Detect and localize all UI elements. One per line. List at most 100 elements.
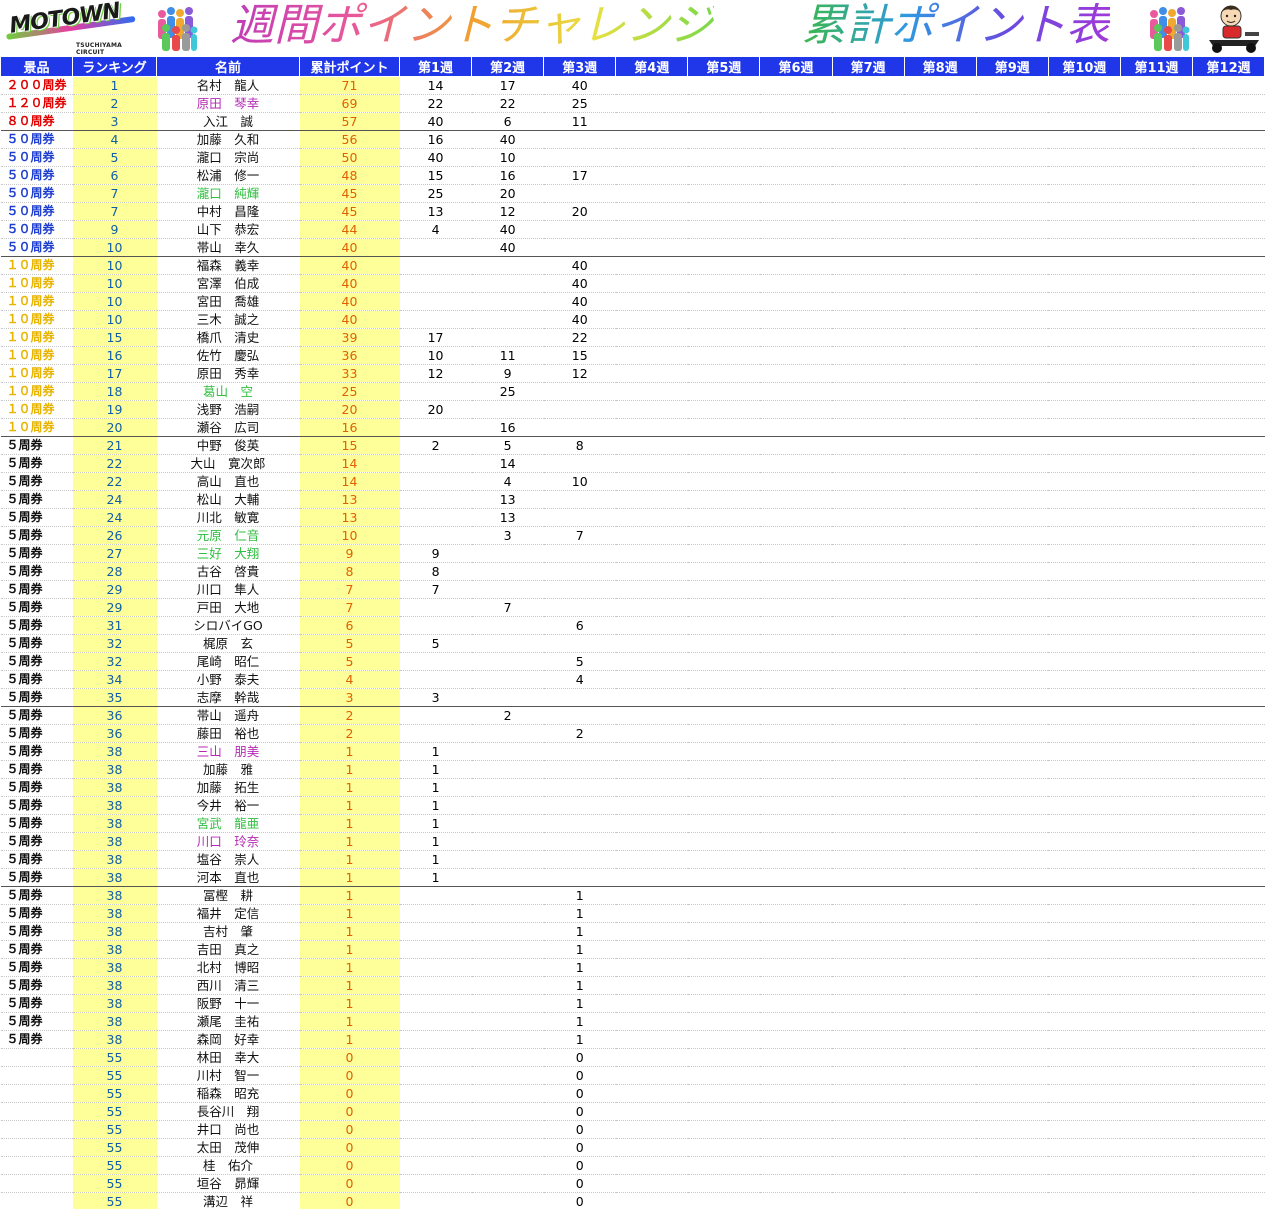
cell-week-4	[615, 1084, 688, 1103]
cell-total: 56	[299, 130, 400, 149]
cell-total: 14	[299, 472, 400, 491]
cell-week-9	[976, 742, 1049, 761]
cell-w3: 6	[543, 616, 616, 635]
cell-week-10	[1048, 994, 1121, 1013]
cell-week-11	[1120, 94, 1193, 113]
cell-week-6	[759, 328, 833, 347]
cell-rank: 32	[72, 652, 157, 671]
cell-rank: 22	[72, 472, 157, 491]
cell-w3: 1	[543, 940, 616, 959]
cell-w1	[399, 1030, 472, 1049]
cell-name: 加藤 雅	[156, 760, 300, 779]
column-header: 第5週	[687, 56, 761, 77]
column-header: 第3週	[543, 56, 617, 77]
cell-total: 0	[299, 1066, 400, 1085]
cell-prize	[0, 1156, 73, 1175]
cell-week-4	[615, 1066, 688, 1085]
cell-w3: 5	[543, 652, 616, 671]
cell-week-12	[1192, 742, 1265, 761]
cell-week-8	[904, 220, 977, 239]
table-row: ５周券 28 古谷 啓貴 8 8	[0, 562, 1265, 581]
table-row: 55 井口 尚也 0 0	[0, 1120, 1265, 1139]
cell-week-5	[687, 166, 760, 185]
cell-name: 今井 裕一	[156, 796, 300, 815]
cell-rank: 21	[72, 436, 157, 455]
cell-prize: ５周券	[0, 544, 73, 563]
cell-week-8	[904, 688, 977, 707]
cell-week-12	[1192, 778, 1265, 797]
table-row: ５周券 29 川口 隼人 7 7	[0, 580, 1265, 599]
cell-w2	[471, 1048, 544, 1067]
cell-name: 溝辺 祥	[156, 1192, 300, 1209]
column-header: 名前	[156, 56, 300, 77]
cell-prize	[0, 1084, 73, 1103]
table-row: ５周券 38 福井 定信 1 1	[0, 904, 1265, 923]
cell-week-12	[1192, 814, 1265, 833]
cell-w2	[471, 292, 544, 311]
cell-week-9	[976, 688, 1049, 707]
cell-week-4	[615, 778, 688, 797]
cell-name: 大山 寛次郎	[156, 454, 300, 473]
cell-week-12	[1192, 76, 1265, 95]
cell-week-6	[759, 346, 833, 365]
cell-prize: ５周券	[0, 940, 73, 959]
cell-rank: 7	[72, 184, 157, 203]
cell-prize	[0, 1174, 73, 1193]
cell-week-10	[1048, 364, 1121, 383]
cell-w3	[543, 598, 616, 617]
column-header: 第2週	[471, 56, 545, 77]
cell-name: 佐竹 慶弘	[156, 346, 300, 365]
cell-week-6	[759, 1030, 833, 1049]
cell-name: 帯山 遥舟	[156, 706, 300, 725]
cell-week-11	[1120, 292, 1193, 311]
cell-week-8	[904, 508, 977, 527]
cell-week-8	[904, 922, 977, 941]
cell-rank: 29	[72, 580, 157, 599]
cell-name: 川北 敏寛	[156, 508, 300, 527]
cell-week-4	[615, 418, 688, 437]
cell-week-7	[832, 346, 905, 365]
cell-week-6	[759, 400, 833, 419]
cell-prize: ５０周券	[0, 166, 73, 185]
cell-week-5	[687, 868, 760, 887]
cell-week-4	[615, 490, 688, 509]
cell-week-8	[904, 814, 977, 833]
cell-week-10	[1048, 940, 1121, 959]
cell-week-6	[759, 1084, 833, 1103]
cell-week-12	[1192, 652, 1265, 671]
cell-week-11	[1120, 742, 1193, 761]
cell-prize: １０周券	[0, 382, 73, 401]
cell-w2: 22	[471, 94, 544, 113]
cell-week-8	[904, 238, 977, 257]
cell-w3: 12	[543, 364, 616, 383]
cell-week-12	[1192, 688, 1265, 707]
cell-week-7	[832, 958, 905, 977]
cell-rank: 1	[72, 76, 157, 95]
logo-subtitle: TSUCHIYAMA CIRCUIT	[76, 42, 122, 56]
cell-week-11	[1120, 1156, 1193, 1175]
cell-w1	[399, 706, 472, 725]
table-row: 55 桂 佑介 0 0	[0, 1156, 1265, 1175]
cell-week-5	[687, 112, 760, 131]
cell-week-12	[1192, 976, 1265, 995]
cell-w3: 4	[543, 670, 616, 689]
cell-w3	[543, 220, 616, 239]
cell-rank: 38	[72, 886, 157, 905]
cell-w1	[399, 886, 472, 905]
cell-week-5	[687, 274, 760, 293]
cell-week-11	[1120, 814, 1193, 833]
cell-week-6	[759, 526, 833, 545]
cell-week-4	[615, 274, 688, 293]
cell-week-8	[904, 1102, 977, 1121]
cell-w3	[543, 130, 616, 149]
cell-prize: ５周券	[0, 994, 73, 1013]
cell-w3	[543, 850, 616, 869]
cell-week-8	[904, 472, 977, 491]
table-row: ５周券 38 三山 朋美 1 1	[0, 742, 1265, 761]
cell-week-12	[1192, 346, 1265, 365]
cell-total: 0	[299, 1084, 400, 1103]
cell-w3	[543, 400, 616, 419]
cell-week-10	[1048, 346, 1121, 365]
cell-week-7	[832, 688, 905, 707]
cell-week-11	[1120, 454, 1193, 473]
